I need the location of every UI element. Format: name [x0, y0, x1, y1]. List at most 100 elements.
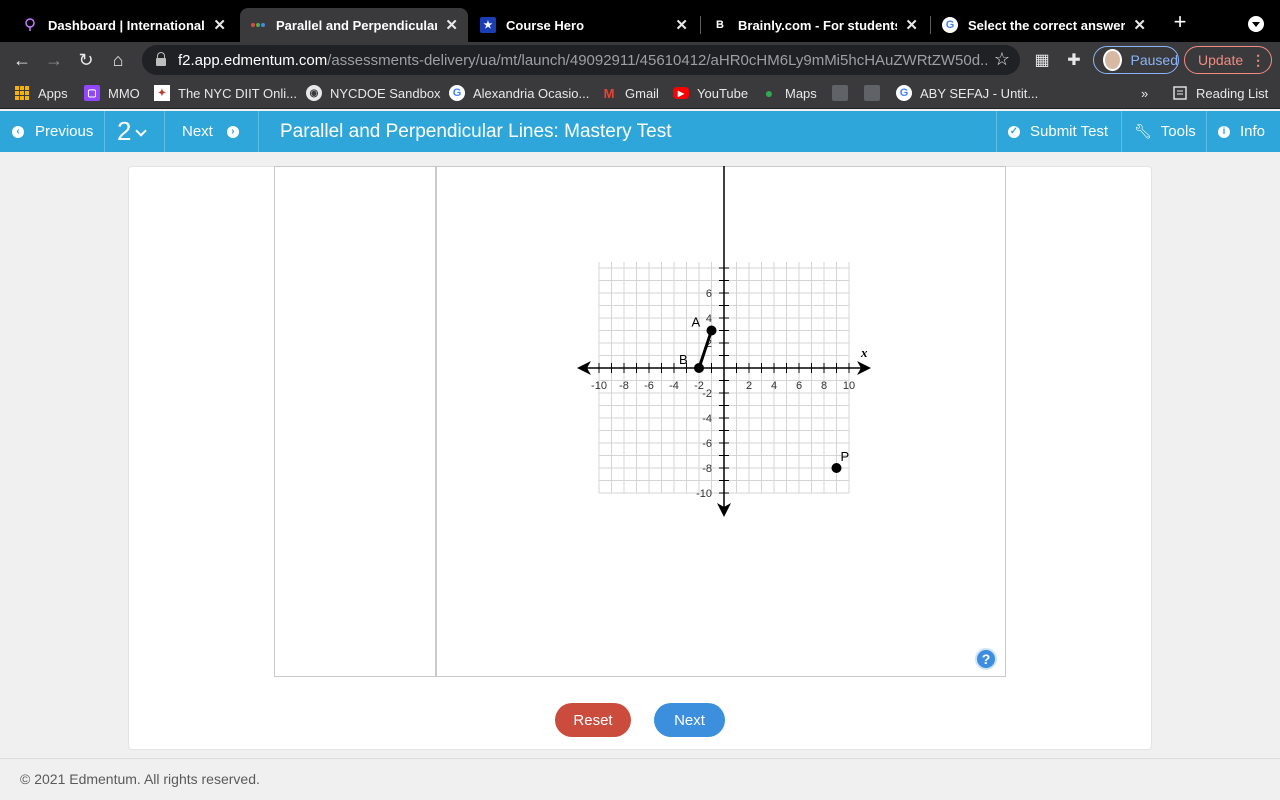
previous-button[interactable]: ‹ Previous: [12, 111, 93, 152]
google-icon: G: [449, 85, 465, 101]
y-tick-label: -2: [702, 388, 712, 400]
info-button[interactable]: i Info: [1218, 111, 1265, 152]
check-circle-icon: ✓: [1008, 125, 1020, 138]
bookmark-star-icon[interactable]: ☆: [994, 49, 1010, 70]
globe-icon: ◉: [306, 85, 322, 101]
point-a: [706, 325, 717, 336]
bookmark-nyc-diit[interactable]: ✦ The NYC DIIT Onli...: [154, 84, 297, 102]
header-divider: [258, 111, 259, 152]
star-icon: ★: [480, 17, 496, 33]
reading-list-button[interactable]: Reading List: [1172, 84, 1268, 102]
close-icon[interactable]: ✕: [445, 16, 458, 34]
reset-button[interactable]: Reset: [555, 703, 631, 737]
close-icon[interactable]: ✕: [213, 16, 226, 34]
bookmark-apps[interactable]: Apps: [14, 84, 68, 102]
x-tick-label: -6: [644, 380, 654, 392]
y-tick-label: -8: [702, 463, 712, 475]
tab-google-search[interactable]: G Select the correct answer. Gi ✕: [932, 8, 1156, 42]
footer-divider: [0, 758, 1280, 759]
x-axis-label: x: [860, 345, 868, 360]
address-bar[interactable]: f2.app.edmentum.com/assessments-delivery…: [142, 45, 1020, 75]
x-tick-label: -4: [669, 380, 679, 392]
submit-test-button[interactable]: ✓ Submit Test: [1008, 111, 1108, 152]
page-icon: [832, 85, 848, 101]
x-tick-label: -8: [619, 380, 629, 392]
close-icon[interactable]: ✕: [675, 16, 688, 34]
close-icon[interactable]: ✕: [905, 16, 918, 34]
next-question-button[interactable]: Next ›: [182, 111, 239, 152]
reading-list-icon: [1172, 85, 1188, 101]
twitch-icon: ▢: [84, 85, 100, 101]
tab-parallel-lines[interactable]: Parallel and Perpendicular Lin ✕: [240, 8, 468, 42]
browser-tab-bar: Dashboard | International Virt ✕ Paralle…: [0, 0, 1280, 42]
tools-button[interactable]: 🔧︎ Tools: [1134, 111, 1196, 152]
header-divider: [164, 111, 165, 152]
bookmark-blank-2[interactable]: [864, 84, 880, 102]
bookmark-blank-1[interactable]: [832, 84, 848, 102]
page-title: Parallel and Perpendicular Lines: Master…: [280, 120, 672, 142]
header-divider: [104, 111, 105, 152]
next-button[interactable]: Next: [654, 703, 725, 737]
question-selector[interactable]: 2: [117, 111, 148, 152]
apps-grid-icon: [14, 85, 30, 101]
edmentum-icon: [250, 17, 266, 33]
tab-dashboard[interactable]: Dashboard | International Virt ✕: [12, 8, 236, 42]
help-icon[interactable]: ?: [975, 648, 997, 670]
bookmark-maps[interactable]: ● Maps: [761, 84, 817, 102]
close-icon[interactable]: ✕: [1133, 16, 1146, 34]
answer-tool-column: [275, 167, 437, 676]
update-button[interactable]: Update ⋮: [1184, 46, 1272, 74]
avatar: [1103, 49, 1122, 71]
point-label-a: A: [692, 315, 701, 330]
bookmark-youtube[interactable]: ▶ YouTube: [673, 84, 748, 102]
gmail-icon: M: [603, 85, 615, 101]
nyc-seal-icon: ✦: [154, 85, 170, 101]
point-label-b: B: [679, 352, 688, 367]
header-divider: [996, 111, 997, 152]
google-icon: G: [896, 85, 912, 101]
x-tick-label: 4: [771, 380, 777, 392]
tab-separator: [930, 16, 931, 34]
header-divider: [1121, 111, 1122, 152]
forward-arrow-icon[interactable]: →: [42, 48, 66, 72]
info-circle-icon: i: [1218, 125, 1230, 138]
bookmark-mmo[interactable]: ▢ MMO: [84, 84, 140, 102]
coordinate-graph[interactable]: -10 -8 -6 -4 -2 2 4 6 8 10642-2-4-6-8-10x ABP: [438, 166, 1004, 646]
bulb-icon: [22, 17, 38, 33]
bookmark-aby-sefaj[interactable]: G ABY SEFAJ - Untit...: [896, 84, 1038, 102]
point-p: [831, 463, 842, 473]
puzzle-extensions-icon[interactable]: ✚: [1064, 50, 1084, 70]
point-label-p: P: [841, 449, 850, 464]
tab-brainly[interactable]: B Brainly.com - For students. B ✕: [702, 8, 928, 42]
y-tick-label: 6: [706, 288, 712, 300]
bookmark-nycdoe-sandbox[interactable]: ◉ NYCDOE Sandbox: [306, 84, 441, 102]
bookmarks-bar: Apps ▢ MMO ✦ The NYC DIIT Onli... ◉ NYCD…: [0, 78, 1280, 109]
y-tick-label: -4: [702, 413, 712, 425]
y-tick-label: 4: [706, 313, 712, 325]
axes: [577, 166, 871, 517]
y-tick-label: -6: [702, 438, 712, 450]
x-tick-label: 6: [796, 380, 802, 392]
bookmark-gmail[interactable]: M Gmail: [601, 84, 659, 102]
url-text: f2.app.edmentum.com/assessments-delivery…: [178, 51, 988, 69]
tab-course-hero[interactable]: ★ Course Hero ✕: [470, 8, 698, 42]
more-bookmarks-icon[interactable]: »: [1141, 84, 1148, 102]
reload-icon[interactable]: ↻: [74, 48, 98, 72]
profile-paused-button[interactable]: Paused: [1093, 46, 1179, 74]
wrench-icon: 🔧︎: [1134, 123, 1152, 139]
page-icon: [864, 85, 880, 101]
arrow-right-circle-icon: ›: [226, 125, 239, 138]
new-tab-plus-icon[interactable]: +: [1168, 9, 1192, 34]
back-arrow-icon[interactable]: ←: [10, 48, 34, 72]
home-icon[interactable]: ⌂: [106, 48, 130, 72]
brainly-icon: B: [716, 19, 724, 31]
x-tick-label: -10: [591, 380, 607, 392]
grid-extension-icon[interactable]: ▦: [1032, 50, 1052, 70]
tab-separator: [700, 16, 701, 34]
copyright-footer: © 2021 Edmentum. All rights reserved.: [20, 771, 260, 787]
youtube-icon: ▶: [673, 87, 689, 99]
tab-search-chevron-icon[interactable]: [1248, 16, 1264, 32]
header-divider: [1206, 111, 1207, 152]
bookmark-alexandria[interactable]: G Alexandria Ocasio...: [449, 84, 589, 102]
x-tick-label: 8: [821, 380, 827, 392]
